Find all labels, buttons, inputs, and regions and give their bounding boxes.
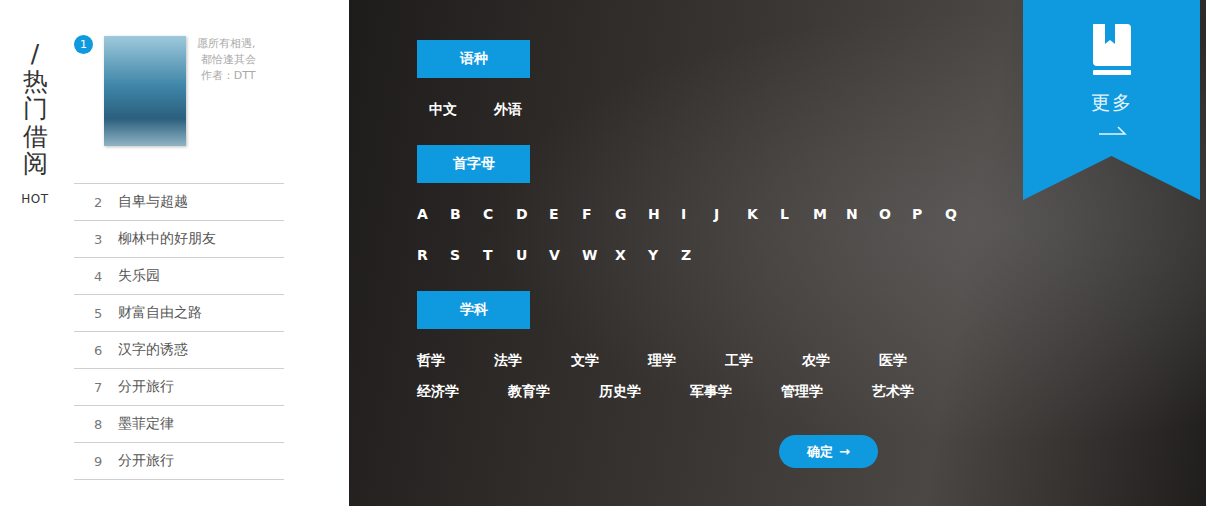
- filter-option[interactable]: Y: [648, 245, 681, 265]
- filter-option[interactable]: 法学: [494, 350, 522, 370]
- featured-line: 愿所有相遇,: [197, 36, 256, 52]
- filter-option[interactable]: Z: [681, 245, 714, 265]
- filter-option[interactable]: 文学: [571, 350, 599, 370]
- hot-list-row[interactable]: 3柳林中的好朋友: [74, 221, 284, 258]
- arrow-icon: [1097, 122, 1127, 136]
- hot-title: /热门借阅: [23, 40, 48, 178]
- filter-option[interactable]: G: [615, 204, 648, 224]
- row-title: 自卑与超越: [118, 193, 188, 211]
- filter-option[interactable]: 工学: [725, 350, 753, 370]
- filter-option[interactable]: U: [516, 245, 549, 265]
- row-title: 失乐园: [118, 267, 160, 285]
- filter-option[interactable]: F: [582, 204, 615, 224]
- row-title: 分开旅行: [118, 452, 174, 470]
- filter-option[interactable]: V: [549, 245, 582, 265]
- page: /热门借阅HOT1愿所有相遇,都恰逢其会作者：DTT2自卑与超越3柳林中的好朋友…: [0, 0, 1206, 506]
- filter-option[interactable]: 中文: [429, 99, 457, 119]
- row-rank: 9: [94, 454, 118, 469]
- hot-title-column: /热门借阅 HOT: [21, 40, 49, 506]
- rank-badge: 1: [74, 35, 93, 54]
- hot-list-row[interactable]: 9分开旅行: [74, 443, 284, 480]
- row-title: 柳林中的好朋友: [118, 230, 216, 248]
- confirm-label: 确定: [807, 443, 833, 461]
- row-rank: 3: [94, 232, 118, 247]
- filter-option[interactable]: I: [681, 204, 714, 224]
- featured-author: 作者：DTT: [197, 68, 256, 84]
- featured-text: 愿所有相遇,都恰逢其会作者：DTT: [197, 35, 256, 183]
- filter-option[interactable]: 理学: [648, 350, 676, 370]
- row-rank: 2: [94, 195, 118, 210]
- filter-option[interactable]: L: [780, 204, 813, 224]
- hot-list-row[interactable]: 8墨菲定律: [74, 406, 284, 443]
- row-rank: 7: [94, 380, 118, 395]
- filter-option[interactable]: S: [450, 245, 483, 265]
- book-icon: [1089, 22, 1135, 78]
- row-rank: 6: [94, 343, 118, 358]
- filter-option[interactable]: O: [879, 204, 912, 224]
- filter-option[interactable]: 艺术学: [872, 381, 914, 401]
- filter-section: 学科哲学 法学 文学 理学 工学 农学 医学经济学 教育学 历史学 军事学 管理学 艺术学: [417, 291, 1206, 401]
- row-title: 墨菲定律: [118, 415, 174, 433]
- confirm-button[interactable]: 确定 →: [779, 435, 878, 468]
- filter-option[interactable]: 经济学: [417, 381, 459, 401]
- filter-option[interactable]: Q: [945, 204, 978, 224]
- filter-option[interactable]: J: [714, 204, 747, 224]
- filter-option[interactable]: W: [582, 245, 615, 265]
- filter-option[interactable]: 哲学: [417, 350, 445, 370]
- hot-subtitle: HOT: [21, 192, 48, 206]
- filter-option[interactable]: B: [450, 204, 483, 224]
- hot-list-row[interactable]: 7分开旅行: [74, 369, 284, 406]
- book-cover[interactable]: [104, 36, 186, 146]
- filter-row: 哲学 法学 文学 理学 工学 农学 医学: [417, 350, 1206, 370]
- row-rank: 4: [94, 269, 118, 284]
- filter-label: 首字母: [417, 145, 530, 183]
- row-rank: 8: [94, 417, 118, 432]
- filter-option[interactable]: C: [483, 204, 516, 224]
- filter-option[interactable]: 管理学: [781, 381, 823, 401]
- filter-option[interactable]: T: [483, 245, 516, 265]
- filter-option[interactable]: N: [846, 204, 879, 224]
- filter-option[interactable]: K: [747, 204, 780, 224]
- featured-line: 都恰逢其会: [197, 52, 256, 68]
- hot-list-row[interactable]: 5财富自由之路: [74, 295, 284, 332]
- filter-option[interactable]: H: [648, 204, 681, 224]
- filter-option[interactable]: E: [549, 204, 582, 224]
- filter-panel: 语种中文 外语首字母 ABCDEFGHIJKLMNOPQ RSTUVWXYZ 学科哲学 法…: [349, 0, 1206, 506]
- more-ribbon[interactable]: 更多: [1023, 0, 1200, 200]
- filter-option[interactable]: X: [615, 245, 648, 265]
- filter-option[interactable]: 医学: [879, 350, 907, 370]
- hot-list: 1愿所有相遇,都恰逢其会作者：DTT2自卑与超越3柳林中的好朋友4失乐园5财富自…: [74, 35, 284, 506]
- filter-label: 语种: [417, 40, 530, 78]
- filter-row: RSTUVWXYZ: [417, 245, 1206, 265]
- filter-option[interactable]: 外语: [494, 99, 522, 119]
- filter-option[interactable]: 军事学: [690, 381, 732, 401]
- hot-list-row[interactable]: 4失乐园: [74, 258, 284, 295]
- filter-option[interactable]: 农学: [802, 350, 830, 370]
- arrow-icon: →: [839, 444, 850, 459]
- filter-option[interactable]: A: [417, 204, 450, 224]
- filter-footer: 确定 →: [417, 435, 1206, 468]
- row-rank: 5: [94, 306, 118, 321]
- filter-row: 经济学 教育学 历史学 军事学 管理学 艺术学: [417, 381, 1206, 401]
- filter-option[interactable]: 教育学: [508, 381, 550, 401]
- hot-panel: /热门借阅HOT1愿所有相遇,都恰逢其会作者：DTT2自卑与超越3柳林中的好朋友…: [0, 0, 349, 506]
- row-title: 财富自由之路: [118, 304, 202, 322]
- filter-option[interactable]: M: [813, 204, 846, 224]
- filter-option[interactable]: D: [516, 204, 549, 224]
- hot-list-row[interactable]: 6汉字的诱惑: [74, 332, 284, 369]
- filter-option[interactable]: P: [912, 204, 945, 224]
- hot-list-row[interactable]: 2自卑与超越: [74, 184, 284, 221]
- more-label: 更多: [1091, 90, 1133, 116]
- filter-options: 哲学 法学 文学 理学 工学 农学 医学经济学 教育学 历史学 军事学 管理学 艺术学: [417, 350, 1206, 401]
- filter-option[interactable]: 历史学: [599, 381, 641, 401]
- featured-book[interactable]: 1 愿所有相遇,都恰逢其会作者：DTT: [74, 35, 284, 184]
- filter-label: 学科: [417, 291, 530, 329]
- filter-option[interactable]: R: [417, 245, 450, 265]
- row-title: 分开旅行: [118, 378, 174, 396]
- row-title: 汉字的诱惑: [118, 341, 188, 359]
- filter-row: ABCDEFGHIJKLMNOPQ: [417, 204, 1206, 224]
- filter-options: ABCDEFGHIJKLMNOPQ RSTUVWXYZ: [417, 204, 1206, 265]
